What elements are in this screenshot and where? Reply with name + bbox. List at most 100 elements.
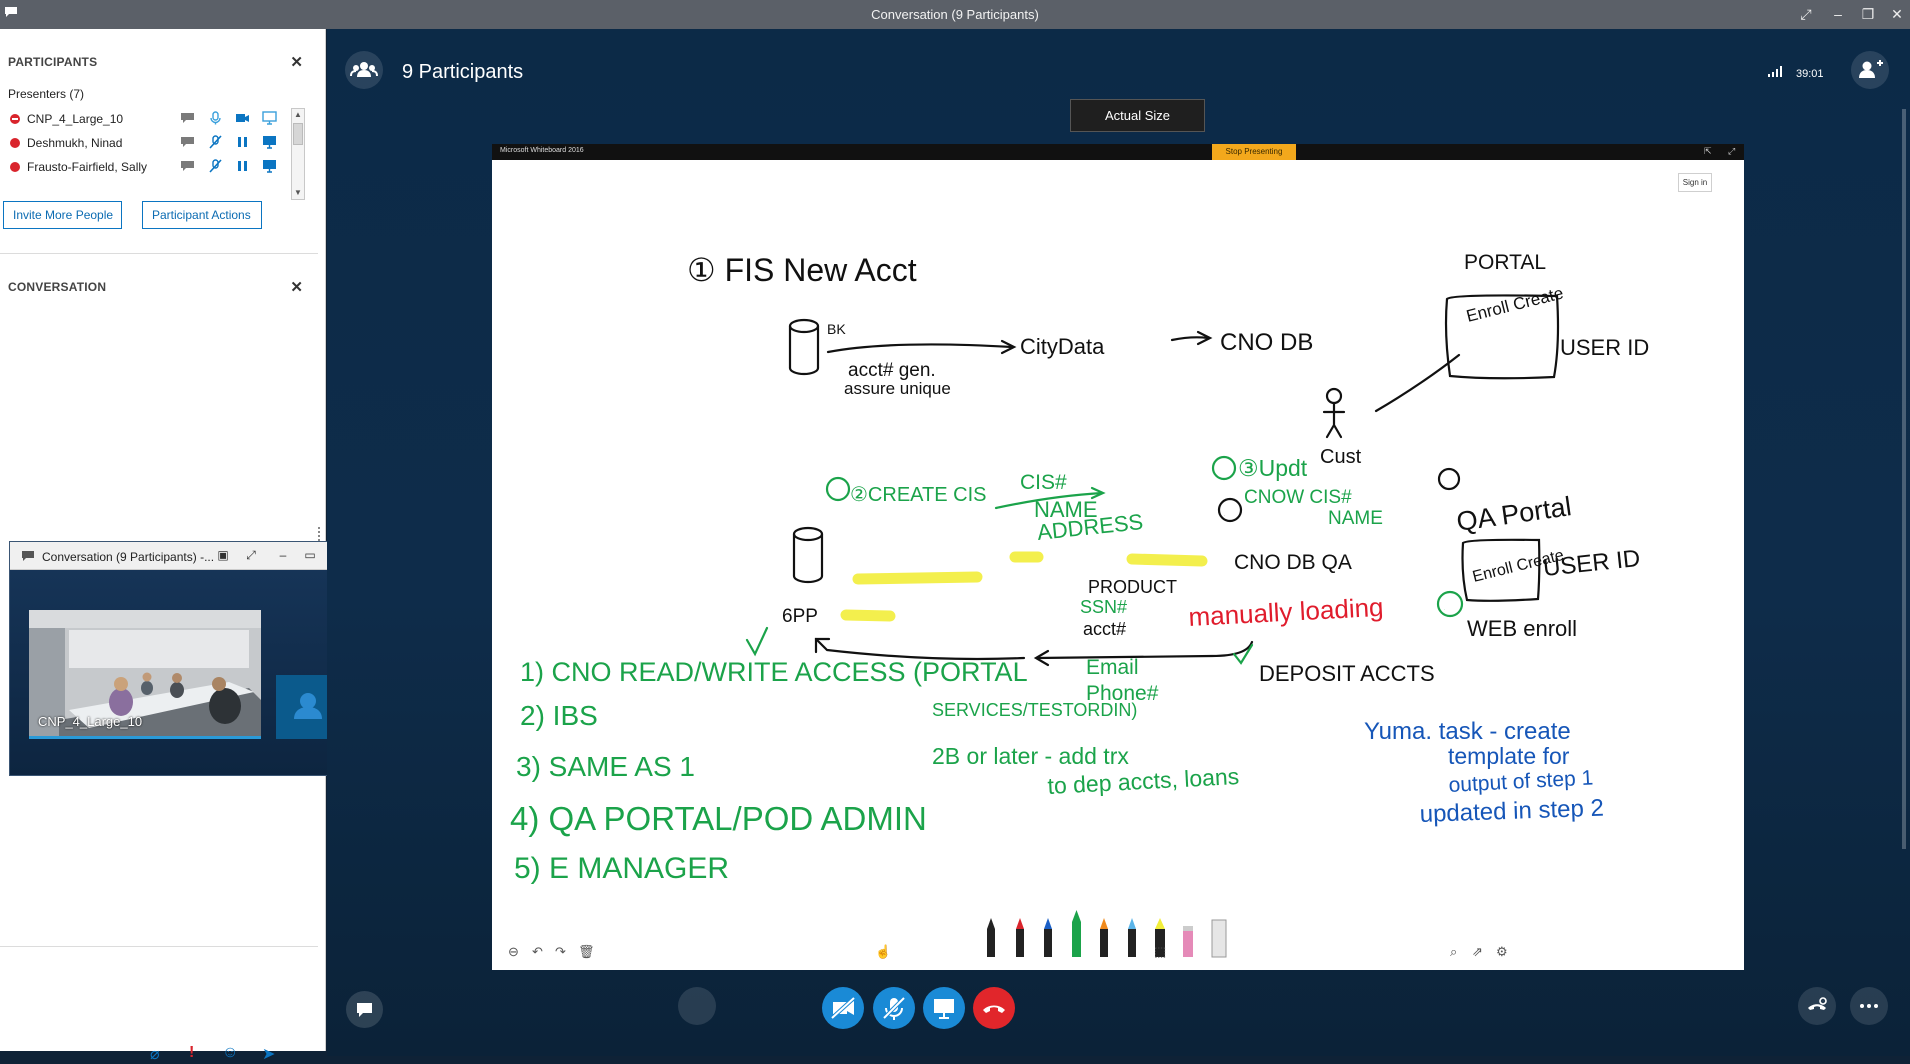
undo-icon[interactable]: ↶ (532, 944, 543, 960)
ink-text: Email (1086, 656, 1139, 679)
more-options-button[interactable] (1850, 987, 1888, 1025)
maximize-button[interactable]: ▭ (301, 548, 319, 562)
pause-icon[interactable] (235, 159, 250, 173)
settings-icon[interactable]: ⚙ (1496, 944, 1508, 960)
scrollbar-thumb[interactable] (293, 123, 303, 145)
video-progress-bar (29, 736, 261, 739)
ink-text: CIS# (1020, 471, 1067, 494)
video-camera-icon[interactable] (235, 111, 250, 125)
ink-text: PORTAL (1464, 251, 1546, 274)
send-icon[interactable]: ➤ (262, 1044, 275, 1064)
ink-handwriting: ① FIS New Acct BK CityData CNO DB acct# … (510, 251, 1649, 885)
pen-blue[interactable] (1044, 918, 1052, 957)
participant-name: Deshmukh, Ninad (27, 136, 123, 150)
add-participant-button[interactable] (1851, 51, 1889, 89)
participant-row[interactable]: CNP_4_Large_10 (0, 107, 296, 131)
chat-toggle-button[interactable] (678, 987, 716, 1025)
ink-text: SSN# (1080, 597, 1127, 617)
ink-text: QA Portal (1455, 491, 1574, 537)
zoom-out-icon[interactable]: ⊖ (508, 944, 519, 960)
ink-text: 6PP (782, 606, 818, 627)
microphone-muted-icon[interactable] (208, 135, 223, 149)
ink-text: WEB enroll (1467, 616, 1577, 641)
touch-draw-icon[interactable]: ☝ (875, 944, 891, 960)
stage-scrollbar[interactable] (1902, 109, 1906, 849)
participant-actions-button[interactable]: Participant Actions (142, 201, 262, 229)
present-content-button[interactable] (923, 987, 965, 1029)
contact-card-icon[interactable]: ▣ (214, 548, 232, 562)
pen-red[interactable] (1016, 918, 1024, 957)
ink-text: ① FIS New Acct (687, 252, 917, 288)
search-icon[interactable]: ⌕ (1450, 944, 1457, 960)
share-icon[interactable]: ⇗ (1472, 944, 1483, 960)
participant-row[interactable]: Deshmukh, Ninad (0, 131, 296, 155)
screen-share-icon[interactable] (262, 135, 277, 149)
ink-text: 2B or later - add trx (932, 743, 1129, 769)
fullscreen-icon[interactable]: ⤢ (242, 548, 260, 563)
chat-icon[interactable] (180, 135, 195, 149)
video-toggle-button[interactable] (822, 987, 864, 1029)
attach-icon[interactable]: ⌀ (150, 1044, 160, 1064)
importance-icon[interactable]: ! (189, 1044, 194, 1062)
close-button[interactable]: ✕ (1884, 4, 1910, 24)
pen-green[interactable] (1072, 910, 1081, 957)
call-controls-button[interactable] (1798, 987, 1836, 1025)
redo-icon[interactable]: ↷ (555, 944, 566, 960)
scroll-down-icon[interactable]: ▼ (292, 187, 304, 199)
pen-orange[interactable] (1100, 918, 1108, 957)
screen-share-icon[interactable] (262, 159, 277, 173)
shared-whiteboard-window[interactable]: Microsoft Whiteboard 2016 Stop Presentin… (492, 144, 1744, 970)
message-compose-area[interactable] (0, 949, 318, 1029)
microphone-muted-icon[interactable] (208, 159, 223, 173)
ink-text: ⑤ (1444, 609, 1445, 611)
compose-divider (0, 946, 318, 947)
whiteboard-canvas[interactable]: ① FIS New Acct BK CityData CNO DB acct# … (492, 144, 1744, 970)
black-ink-shapes (788, 294, 1560, 667)
chat-icon[interactable] (180, 159, 195, 173)
delete-icon[interactable]: 🗑 (578, 944, 595, 960)
pen-black[interactable] (987, 918, 995, 957)
ink-text: 2) IBS (520, 700, 598, 731)
ink-text: SERVICES/TESTORDIN) (932, 700, 1137, 720)
participants-toggle-button[interactable] (345, 51, 383, 89)
hang-up-button[interactable] (973, 987, 1015, 1029)
chat-bubble-icon (357, 1003, 372, 1017)
emoticon-icon[interactable]: ☺ (222, 1044, 238, 1062)
microphone-icon[interactable] (208, 111, 223, 125)
participants-close-icon[interactable]: ✕ (290, 53, 303, 71)
ink-text: CNOW CIS# (1244, 487, 1352, 508)
ink-text: NAME (1328, 508, 1383, 529)
presenters-group-label[interactable]: Presenters (7) (8, 87, 84, 101)
ruler-tool[interactable] (1211, 919, 1227, 958)
invite-more-people-button[interactable]: Invite More People (3, 201, 122, 229)
highlighter-pink[interactable] (1183, 926, 1193, 957)
scroll-up-icon[interactable]: ▲ (292, 109, 304, 121)
minimize-button[interactable]: – (1825, 4, 1851, 24)
ink-text: Enroll Create (1464, 283, 1565, 325)
actual-size-button[interactable]: Actual Size (1070, 99, 1205, 132)
ink-text: ②CREATE CIS (850, 484, 986, 506)
pen-lightblue[interactable] (1128, 918, 1136, 957)
lasso-select-icon[interactable]: ⬚ (1154, 944, 1166, 960)
status-dnd-icon (10, 114, 20, 124)
restore-button[interactable]: ❐ (1855, 4, 1881, 24)
chat-bubble-button[interactable] (346, 991, 383, 1028)
participant-row[interactable]: Frausto-Fairfield, Sally (0, 155, 296, 179)
pause-icon[interactable] (235, 135, 250, 149)
participant-list: CNP_4_Large_10 Deshmukh, Ninad Frausto-F… (0, 107, 296, 199)
chat-icon[interactable] (180, 111, 195, 125)
call-quality-icon[interactable] (1767, 65, 1787, 77)
minimize-button[interactable]: – (274, 548, 292, 562)
ink-text: PRODUCT (1088, 577, 1177, 597)
mute-button[interactable] (873, 987, 915, 1029)
panel-resize-handle[interactable] (318, 527, 321, 541)
popout-title-bar[interactable]: Conversation (9 Participants) -... ▣ ⤢ –… (10, 542, 353, 570)
fullscreen-icon[interactable]: ⤢ (1793, 4, 1819, 24)
ink-text: acct# gen. (848, 360, 936, 381)
participant-list-scrollbar[interactable]: ▲ ▼ (291, 108, 305, 200)
screen-share-icon[interactable] (262, 111, 277, 125)
conversation-close-icon[interactable]: ✕ (290, 278, 303, 296)
video-popout-window[interactable]: Conversation (9 Participants) -... ▣ ⤢ –… (9, 541, 354, 776)
ink-text: 5) E MANAGER (514, 852, 729, 885)
phone-hangup-icon (983, 1005, 1005, 1013)
